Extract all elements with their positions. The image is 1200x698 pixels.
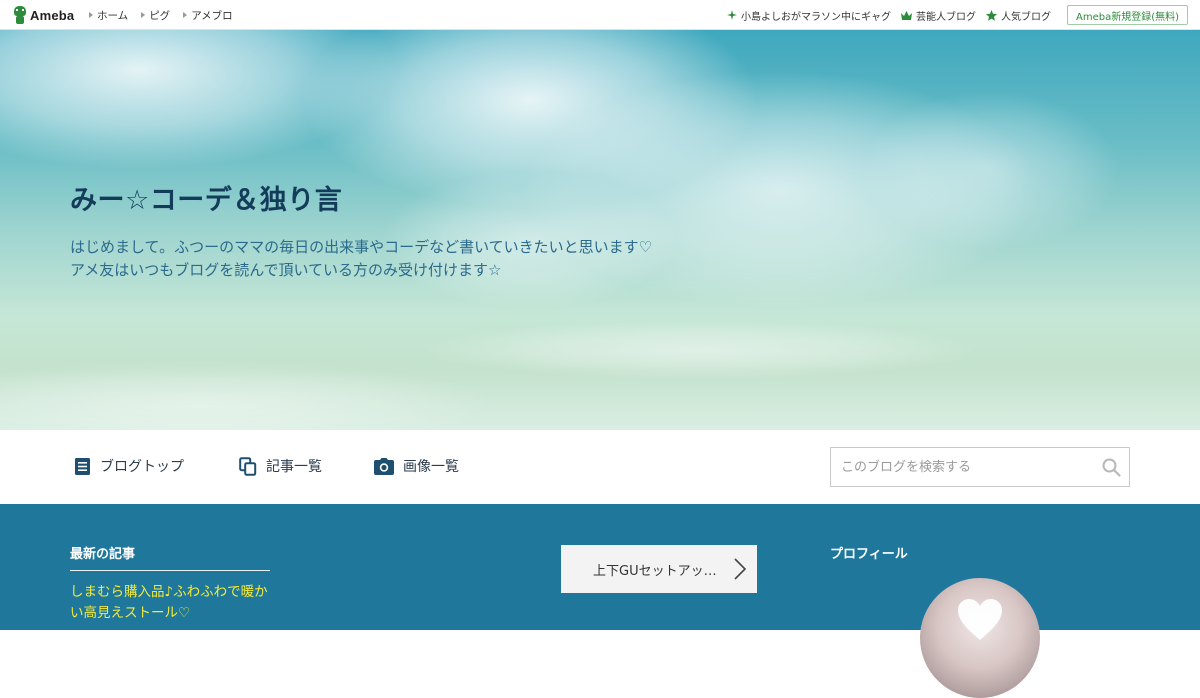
- nav-link-home[interactable]: ホーム: [89, 8, 128, 23]
- blog-top-link[interactable]: ブログトップ: [74, 456, 184, 476]
- blog-description-line: はじめまして。ふつーのママの毎日の出来事やコーデなど書いていきたいと思います♡: [70, 238, 653, 256]
- blog-search-box: [830, 447, 1130, 487]
- popular-blog-label: 人気ブログ: [1000, 11, 1051, 23]
- triangle-right-icon: [141, 12, 146, 18]
- blog-title[interactable]: みー☆コーデ＆独り言: [70, 178, 342, 217]
- trending-topic-link[interactable]: 小島よしおがマラソン中にギャグ: [726, 8, 891, 23]
- document-icon: [75, 457, 90, 475]
- blog-nav: ブログトップ 記事一覧 画像一覧: [0, 430, 1200, 504]
- article-list-label: 記事一覧: [266, 459, 322, 475]
- article-list-link[interactable]: 記事一覧: [239, 456, 322, 476]
- nav-link-label: ホーム: [97, 9, 129, 22]
- blog-header: みー☆コーデ＆独り言 はじめまして。ふつーのママの毎日の出来事やコーデなど書いて…: [0, 30, 1200, 430]
- copy-icon: [239, 456, 257, 476]
- nav-link-pigg[interactable]: ピグ: [141, 8, 170, 23]
- latest-articles-heading: 最新の記事: [70, 547, 136, 562]
- search-icon[interactable]: [1102, 458, 1121, 477]
- logo-text: Ameba: [30, 7, 75, 23]
- blog-description-line: アメ友はいつもブログを読んで頂いている方のみ受け付けます☆: [70, 261, 502, 279]
- latest-article-link[interactable]: しまむら購入品♪ふわふわで暖かい高見えストール♡: [70, 582, 270, 624]
- image-list-label: 画像一覧: [403, 459, 459, 475]
- sparkle-icon: [726, 10, 737, 20]
- profile-heading: プロフィール: [830, 547, 908, 562]
- triangle-right-icon: [183, 12, 188, 18]
- heart-icon: [958, 599, 1002, 640]
- trending-topic-label: 小島よしおがマラソン中にギャグ: [740, 11, 891, 23]
- nav-link-label: ピグ: [149, 9, 171, 22]
- celebrity-blog-label: 芸能人ブログ: [915, 11, 976, 23]
- header-right: 小島よしおがマラソン中にギャグ 芸能人ブログ 人気ブログ Ameba新規登録(無…: [726, 0, 1188, 30]
- global-header: Ameba ホーム ピグ アメブロ 小島よしおがマラソン中にギャグ 芸能人ブログ…: [0, 0, 1200, 30]
- blog-description: はじめまして。ふつーのママの毎日の出来事やコーデなど書いていきたいと思います♡ …: [70, 236, 830, 282]
- camera-icon: [374, 457, 394, 475]
- ameba-logo-icon: [13, 6, 27, 24]
- content-area: 最新の記事 しまむら購入品♪ふわふわで暖かい高見えストール♡ 上下GUセットアッ…: [0, 504, 1200, 698]
- crown-icon: [900, 10, 912, 20]
- celebrity-blog-link[interactable]: 芸能人ブログ: [900, 8, 976, 23]
- global-nav: ホーム ピグ アメブロ: [89, 0, 246, 30]
- popular-blog-link[interactable]: 人気ブログ: [985, 8, 1051, 23]
- chevron-right-icon: [734, 558, 747, 580]
- register-button[interactable]: Ameba新規登録(無料): [1066, 5, 1188, 25]
- cloud-decoration: [860, 90, 1120, 250]
- nav-link-label: アメブロ: [191, 9, 233, 22]
- ameba-logo[interactable]: Ameba: [13, 6, 74, 24]
- cloud-decoration: [0, 360, 500, 430]
- nav-link-ameblo[interactable]: アメブロ: [183, 8, 233, 23]
- blog-search-input[interactable]: [831, 448, 1081, 486]
- triangle-right-icon: [89, 12, 93, 18]
- image-list-link[interactable]: 画像一覧: [374, 456, 459, 476]
- related-article-label: 上下GUセットアッ…: [593, 563, 717, 579]
- avatar[interactable]: [920, 578, 1040, 698]
- related-article-card[interactable]: 上下GUセットアッ…: [561, 545, 757, 593]
- star-icon: [985, 9, 997, 21]
- blog-top-label: ブログトップ: [100, 459, 184, 475]
- divider: [70, 570, 270, 571]
- cloud-decoration: [420, 320, 980, 380]
